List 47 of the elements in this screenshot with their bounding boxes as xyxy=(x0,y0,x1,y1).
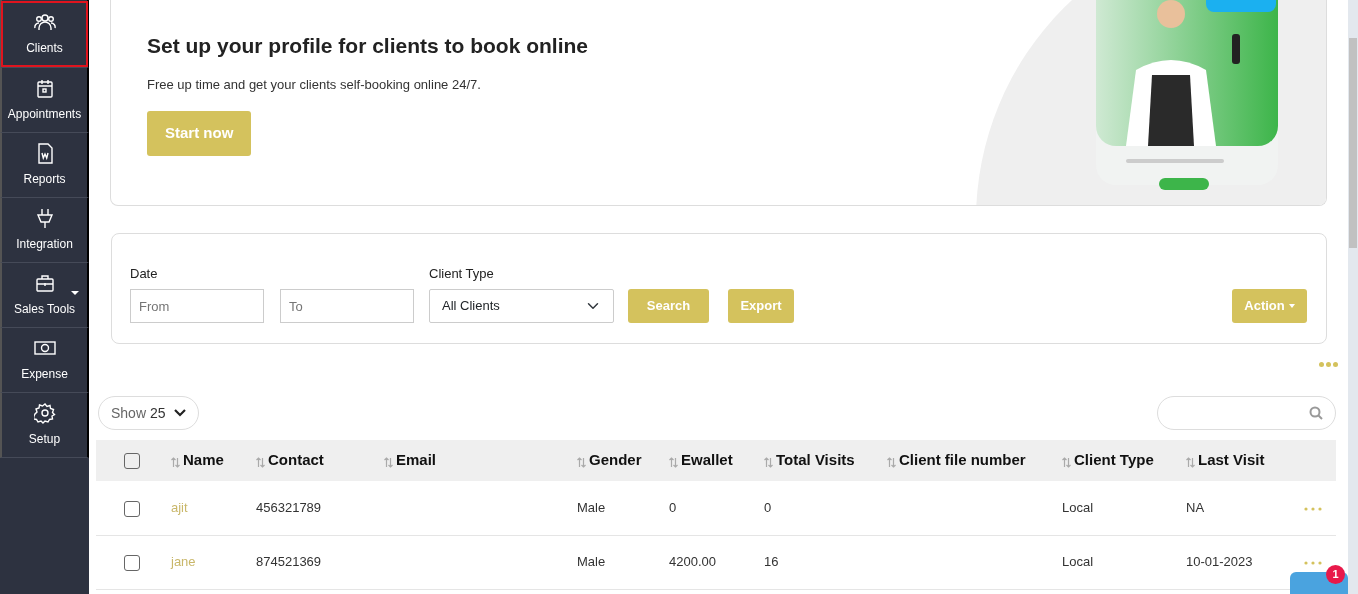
briefcase-icon xyxy=(33,272,56,294)
settings-icon xyxy=(33,402,56,424)
field-label: Client Type xyxy=(429,264,495,283)
sidebar-item[interactable]: Integration xyxy=(0,198,89,263)
table-cell: 874521369 xyxy=(256,554,322,570)
table-cell: 0 xyxy=(669,500,677,515)
row-checkbox[interactable] xyxy=(124,554,140,571)
sort-icon xyxy=(1062,455,1071,468)
from-date-field[interactable]: From xyxy=(130,289,264,323)
table-cell: Male xyxy=(577,500,606,515)
column-header[interactable]: Email xyxy=(396,451,437,469)
banner-title: Set up your profile for clients to book online xyxy=(147,33,590,59)
to-date-field[interactable]: To xyxy=(280,289,414,323)
scrollbar-thumb[interactable] xyxy=(1349,38,1357,248)
client-type-select[interactable]: All Clients xyxy=(429,289,614,323)
sidebar-item[interactable]: Clients xyxy=(0,0,89,68)
table-cell: 16 xyxy=(764,554,779,570)
sort-icon xyxy=(669,455,678,468)
sidebar-item[interactable]: Appointments xyxy=(0,68,89,133)
sort-icon xyxy=(256,455,265,468)
sort-icon xyxy=(764,455,773,468)
scrollbar[interactable] xyxy=(1348,0,1358,594)
column-header[interactable]: Contact xyxy=(268,451,324,469)
sort-icon xyxy=(1186,455,1195,468)
sort-icon xyxy=(171,455,180,468)
table-cell: Local xyxy=(1062,554,1094,570)
sidebar-item[interactable]: Setup xyxy=(0,393,89,458)
field-label: Date xyxy=(130,264,159,283)
table-cell: Local xyxy=(1062,500,1094,515)
search-icon xyxy=(1309,406,1323,420)
table-cell: 456321789 xyxy=(256,500,322,515)
table-cell: 0 xyxy=(764,500,772,515)
sort-icon xyxy=(887,455,896,468)
sort-icon xyxy=(384,455,393,468)
chevron-down-icon xyxy=(173,409,186,417)
table-cell: 10-01-2023 xyxy=(1186,554,1253,570)
table-cell: NA xyxy=(1186,500,1205,515)
banner-text: Free up time and get your clients self-booking online 24/7. xyxy=(147,75,482,94)
caret-icon xyxy=(1288,304,1295,308)
sidebar-item[interactable]: Expense xyxy=(0,328,89,393)
table-cell: 4200.00 xyxy=(669,554,716,570)
row-checkbox[interactable] xyxy=(124,500,140,517)
sidebar-item[interactable]: Sales Tools xyxy=(0,263,89,328)
select-all-checkbox[interactable] xyxy=(124,453,140,470)
table-cell: Male xyxy=(577,554,606,570)
sidebar-item[interactable]: Reports xyxy=(0,133,89,198)
sort-icon xyxy=(577,455,586,468)
